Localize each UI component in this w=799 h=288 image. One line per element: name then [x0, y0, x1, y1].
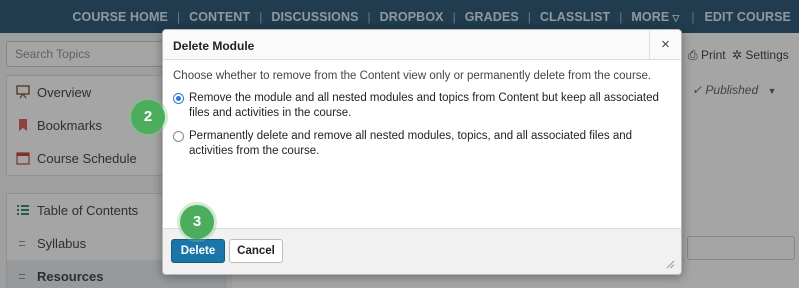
dialog-title: Delete Module — [173, 39, 255, 53]
dialog-header: Delete Module × — [163, 30, 681, 60]
radio-button-selected[interactable] — [173, 93, 184, 104]
delete-module-dialog: Delete Module × Choose whether to remove… — [162, 29, 682, 275]
dialog-body: Choose whether to remove from the Conten… — [173, 69, 668, 159]
close-icon[interactable]: × — [649, 30, 681, 60]
resize-handle-icon[interactable] — [666, 260, 675, 269]
dialog-intro-text: Choose whether to remove from the Conten… — [173, 70, 652, 82]
option-remove-from-content[interactable]: Remove the module and all nested modules… — [173, 91, 668, 121]
dialog-footer: Delete Cancel — [163, 228, 681, 274]
cancel-button[interactable]: Cancel — [229, 239, 283, 263]
step-badge-3: 3 — [180, 205, 214, 239]
step-badge-2: 2 — [131, 100, 165, 134]
option-label: Permanently delete and remove all nested… — [189, 130, 633, 157]
option-label: Remove the module and all nested modules… — [189, 92, 659, 119]
delete-button[interactable]: Delete — [171, 239, 225, 263]
radio-button[interactable] — [173, 131, 184, 142]
option-permanently-delete[interactable]: Permanently delete and remove all nested… — [173, 129, 668, 159]
